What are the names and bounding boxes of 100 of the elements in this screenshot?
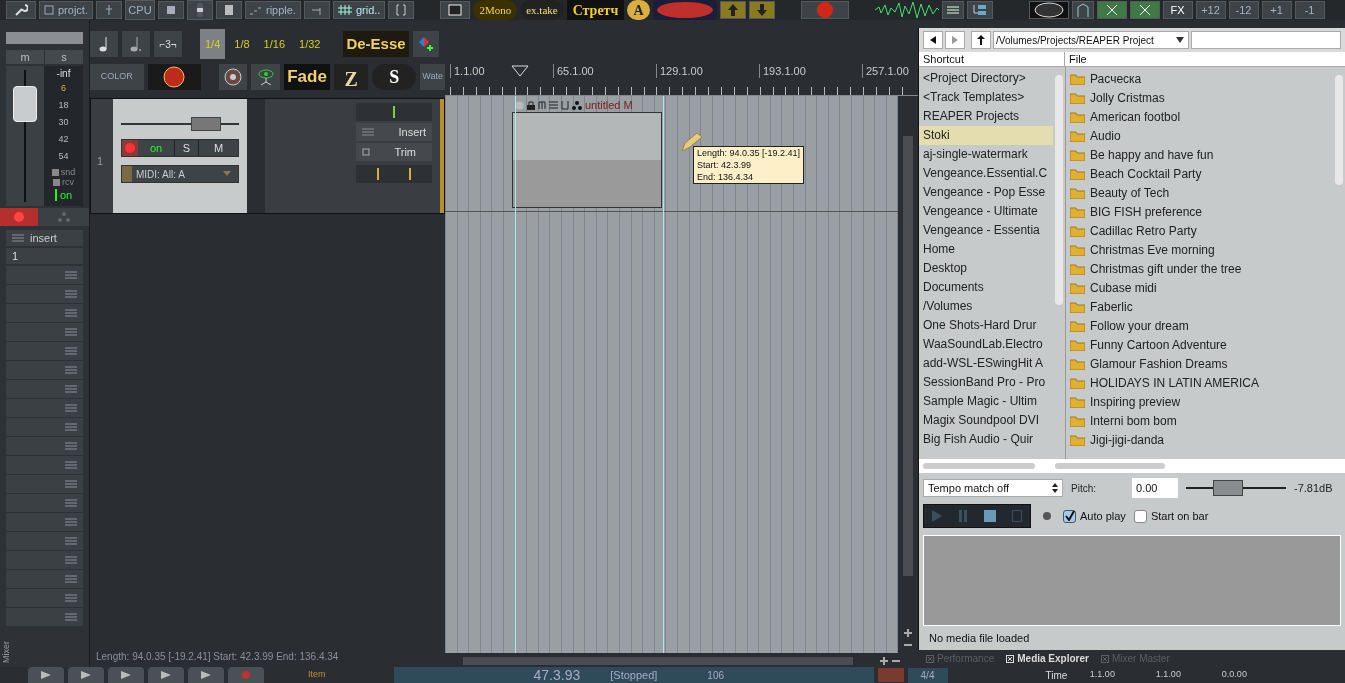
file-item[interactable]: Cadillac Retro Party bbox=[1090, 221, 1197, 240]
shortcut-item[interactable]: Stoki bbox=[919, 126, 1053, 145]
insert-button[interactable]: Insert bbox=[356, 123, 432, 141]
toolbar-button[interactable]: Стретч bbox=[566, 0, 625, 20]
file-item[interactable]: Cubase midi bbox=[1090, 278, 1157, 297]
file-item[interactable]: Inspiring preview bbox=[1090, 392, 1181, 411]
shortcut-item[interactable]: <Track Templates> bbox=[919, 88, 1053, 107]
file-item[interactable]: HOLIDAYS IN LATIN AMERICA bbox=[1090, 373, 1259, 392]
plugin-button[interactable]: Z bbox=[333, 64, 369, 90]
peak-readout: -inf bbox=[56, 68, 71, 80]
fade-button[interactable]: Fade bbox=[284, 64, 330, 90]
transpose-button[interactable]: +12 bbox=[1195, 1, 1226, 19]
cpu-button[interactable]: CPU bbox=[124, 0, 155, 20]
toolbar-button[interactable]: ex.take bbox=[520, 0, 564, 20]
grid-division-button[interactable]: 1/16 bbox=[258, 29, 290, 59]
shortcut-item[interactable]: Vengeance.Essential.C bbox=[919, 164, 1053, 183]
file-item[interactable]: Beach Cocktail Party bbox=[1090, 164, 1202, 183]
time-readout: 1.1.00 bbox=[1088, 668, 1116, 682]
meter-scale-label: 6 bbox=[61, 82, 66, 95]
plugin-button[interactable]: S bbox=[372, 64, 417, 90]
file-item[interactable]: American footbol bbox=[1090, 107, 1181, 126]
pitch-field[interactable]: 0.00 bbox=[1132, 478, 1178, 498]
shortcut-item[interactable]: Sample Magic - Ultim bbox=[919, 392, 1053, 411]
solo-button[interactable]: s bbox=[45, 50, 83, 64]
mixer-label: Mixer bbox=[1, 641, 11, 663]
shortcut-item[interactable]: /Volumes bbox=[919, 297, 1053, 316]
shortcut-item[interactable]: Documents bbox=[919, 278, 1053, 297]
transpose-button[interactable]: -12 bbox=[1228, 1, 1259, 19]
file-item[interactable]: Jolly Cristmas bbox=[1090, 88, 1165, 107]
file-item[interactable]: Follow your dream bbox=[1090, 316, 1189, 335]
ruler-label: 193.1.00 bbox=[759, 64, 862, 78]
shortcut-item[interactable]: Home bbox=[919, 240, 1053, 259]
plugin-button[interactable]: Wate bbox=[420, 64, 445, 90]
project-button[interactable]: projct. bbox=[39, 1, 93, 19]
time-signature: 4/4 bbox=[907, 667, 948, 683]
grid-division-button[interactable]: 1/8 bbox=[229, 29, 255, 59]
file-item[interactable]: Christmas Eve morning bbox=[1090, 240, 1215, 259]
ruler-label: 1.1.00 bbox=[450, 64, 553, 78]
input-dropdown[interactable]: MIDI: All: A bbox=[121, 165, 239, 183]
meter-scale-label: 30 bbox=[58, 116, 69, 129]
triplet-button[interactable]: ⌐3¬ bbox=[154, 31, 182, 57]
shortcut-item[interactable]: Big Fish Audio - Quir bbox=[919, 430, 1053, 449]
channel-number: 1 bbox=[6, 248, 83, 264]
file-item[interactable]: Расческа bbox=[1090, 69, 1142, 88]
shortcut-item[interactable]: REAPER Projects bbox=[919, 107, 1053, 126]
insert-button[interactable]: insert bbox=[6, 230, 83, 246]
mute-button[interactable]: m bbox=[6, 50, 44, 64]
shortcut-item[interactable]: Desktop bbox=[919, 259, 1053, 278]
grid-button[interactable]: grid.. bbox=[332, 1, 386, 19]
file-item[interactable]: Interni bom bom bbox=[1090, 411, 1177, 430]
mute-button[interactable]: M bbox=[198, 140, 238, 156]
file-item[interactable]: Christmas gift under the tree bbox=[1090, 259, 1242, 278]
file-item[interactable]: Faberlic bbox=[1090, 297, 1133, 316]
meter-scale-label: 54 bbox=[58, 150, 69, 163]
time-readout: 1.1.00 bbox=[1154, 668, 1182, 682]
item-label: Item bbox=[308, 668, 326, 682]
input-on-button[interactable]: on bbox=[138, 140, 174, 156]
shortcut-item[interactable]: aj-single-watermark bbox=[919, 145, 1053, 164]
receive-label: rcv bbox=[62, 177, 74, 187]
toolbar-button[interactable]: 2Mono bbox=[473, 0, 518, 20]
transpose-button[interactable]: -1 bbox=[1294, 1, 1325, 19]
file-item[interactable]: BIG FISH preference bbox=[1090, 202, 1203, 221]
shortcut-item[interactable]: WaaSoundLab.Electro bbox=[919, 335, 1053, 354]
ruler-label: 129.1.00 bbox=[656, 64, 759, 78]
time-label: Time bbox=[1045, 668, 1068, 683]
shortcut-item[interactable]: Magix Soundpool DVI bbox=[919, 411, 1053, 430]
grid-division-button[interactable]: 1/32 bbox=[294, 29, 326, 59]
color-button[interactable]: COLOR bbox=[90, 64, 144, 90]
shortcut-item[interactable]: Vengeance - Essentia bbox=[919, 221, 1053, 240]
on-button[interactable]: on bbox=[54, 189, 73, 201]
shortcut-item[interactable]: Vengeance - Ultimate bbox=[919, 202, 1053, 221]
track-number: 1 bbox=[91, 99, 113, 213]
status-text: No media file loaded bbox=[928, 631, 1031, 646]
tempo-dropdown[interactable]: Tempo match off bbox=[923, 479, 1063, 497]
plugin-button[interactable]: De-Esse bbox=[343, 31, 409, 57]
transpose-button[interactable]: +1 bbox=[1261, 1, 1292, 19]
shortcut-item[interactable]: One Shots-Hard Drur bbox=[919, 316, 1053, 335]
file-item[interactable]: Jigi-jigi-danda bbox=[1090, 430, 1165, 449]
shortcut-item[interactable]: SessionBand Pro - Pro bbox=[919, 373, 1053, 392]
shortcut-item[interactable]: add-WSL-ESwingHit A bbox=[919, 354, 1053, 373]
file-item[interactable]: Audio bbox=[1090, 126, 1121, 145]
item-title: untitled M bbox=[585, 98, 633, 113]
column-header[interactable]: File bbox=[1065, 52, 1345, 66]
file-item[interactable]: Funny Cartoon Adventure bbox=[1090, 335, 1227, 354]
solo-button[interactable]: S bbox=[174, 140, 198, 156]
path-field[interactable]: /Volumes/Projects/REAPER Project bbox=[993, 31, 1189, 49]
file-item[interactable]: Beauty of Tech bbox=[1090, 183, 1170, 202]
meter-scale-label: 18 bbox=[58, 99, 69, 112]
file-item[interactable]: Be happy and have fun bbox=[1090, 145, 1214, 164]
tempo-readout: 106 bbox=[707, 668, 724, 683]
track-lane[interactable]: untitled M Length: 94.0.35 [-19.2.41] Start: 42.3.99 End: 136.4.34 bbox=[445, 96, 898, 212]
trim-button[interactable]: Trim bbox=[356, 143, 432, 161]
dock-tab[interactable]: Media Explorer bbox=[1006, 651, 1089, 666]
file-item[interactable]: Glamour Fashion Dreams bbox=[1090, 354, 1228, 373]
column-header[interactable]: Shortcut bbox=[919, 52, 1065, 66]
ripple-button[interactable]: ripple. bbox=[244, 1, 301, 19]
toolbar-button[interactable]: A bbox=[627, 0, 650, 20]
fx-button[interactable]: FX bbox=[1162, 1, 1193, 19]
volume-readout: -7.81dB bbox=[1294, 480, 1333, 496]
shortcut-item[interactable]: Vengeance - Pop Esse bbox=[919, 183, 1053, 202]
